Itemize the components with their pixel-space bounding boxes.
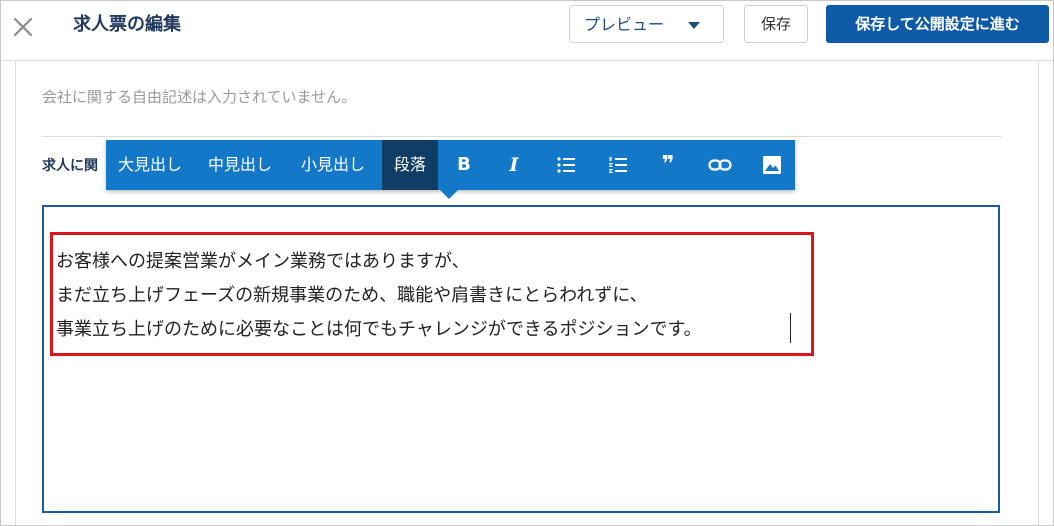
editor-content[interactable]: お客様への提案営業がメイン業務ではありますが、 まだ立ち上げフェーズの新規事業の… bbox=[56, 245, 702, 347]
close-icon[interactable] bbox=[9, 13, 37, 41]
preview-dropdown[interactable]: プレビュー bbox=[569, 5, 724, 43]
page-title: 求人票の編集 bbox=[73, 14, 181, 35]
chevron-down-icon bbox=[688, 22, 700, 29]
heading-large-button[interactable]: 大見出し bbox=[106, 140, 194, 190]
text-caret bbox=[790, 313, 791, 343]
header-bar: 求人票の編集 プレビュー 保存 保存して公開設定に進む bbox=[1, 1, 1053, 61]
preview-label: プレビュー bbox=[584, 15, 665, 34]
editor-window: 求人票の編集 プレビュー 保存 保存して公開設定に進む 会社に関する自由記述は入… bbox=[0, 0, 1054, 526]
editor-line: お客様への提案営業がメイン業務ではありますが、 bbox=[56, 251, 470, 272]
bullet-list-icon[interactable] bbox=[548, 140, 584, 190]
toolbar-pointer bbox=[440, 190, 458, 199]
link-icon[interactable] bbox=[702, 140, 738, 190]
divider bbox=[42, 136, 1002, 137]
quote-icon[interactable]: ❞ bbox=[650, 140, 686, 190]
save-button[interactable]: 保存 bbox=[744, 5, 808, 43]
paragraph-button[interactable]: 段落 bbox=[382, 140, 438, 190]
editor-line: まだ立ち上げフェーズの新規事業のため、職能や肩書きにとらわれずに、 bbox=[56, 285, 648, 306]
save-and-publish-button[interactable]: 保存して公開設定に進む bbox=[826, 5, 1049, 43]
company-description-placeholder: 会社に関する自由記述は入力されていません。 bbox=[42, 88, 357, 106]
editor-line: 事業立ち上げのために必要なことは何でもチャレンジができるポジションです。 bbox=[56, 319, 702, 340]
image-icon[interactable] bbox=[754, 140, 790, 190]
heading-medium-button[interactable]: 中見出し bbox=[194, 140, 286, 190]
heading-small-button[interactable]: 小見出し bbox=[286, 140, 380, 190]
italic-icon[interactable]: I bbox=[496, 140, 532, 190]
numbered-list-icon[interactable] bbox=[600, 140, 636, 190]
bold-icon[interactable]: B bbox=[446, 140, 482, 190]
format-toolbar: 大見出し 中見出し 小見出し 段落 B I ❞ bbox=[106, 140, 795, 190]
